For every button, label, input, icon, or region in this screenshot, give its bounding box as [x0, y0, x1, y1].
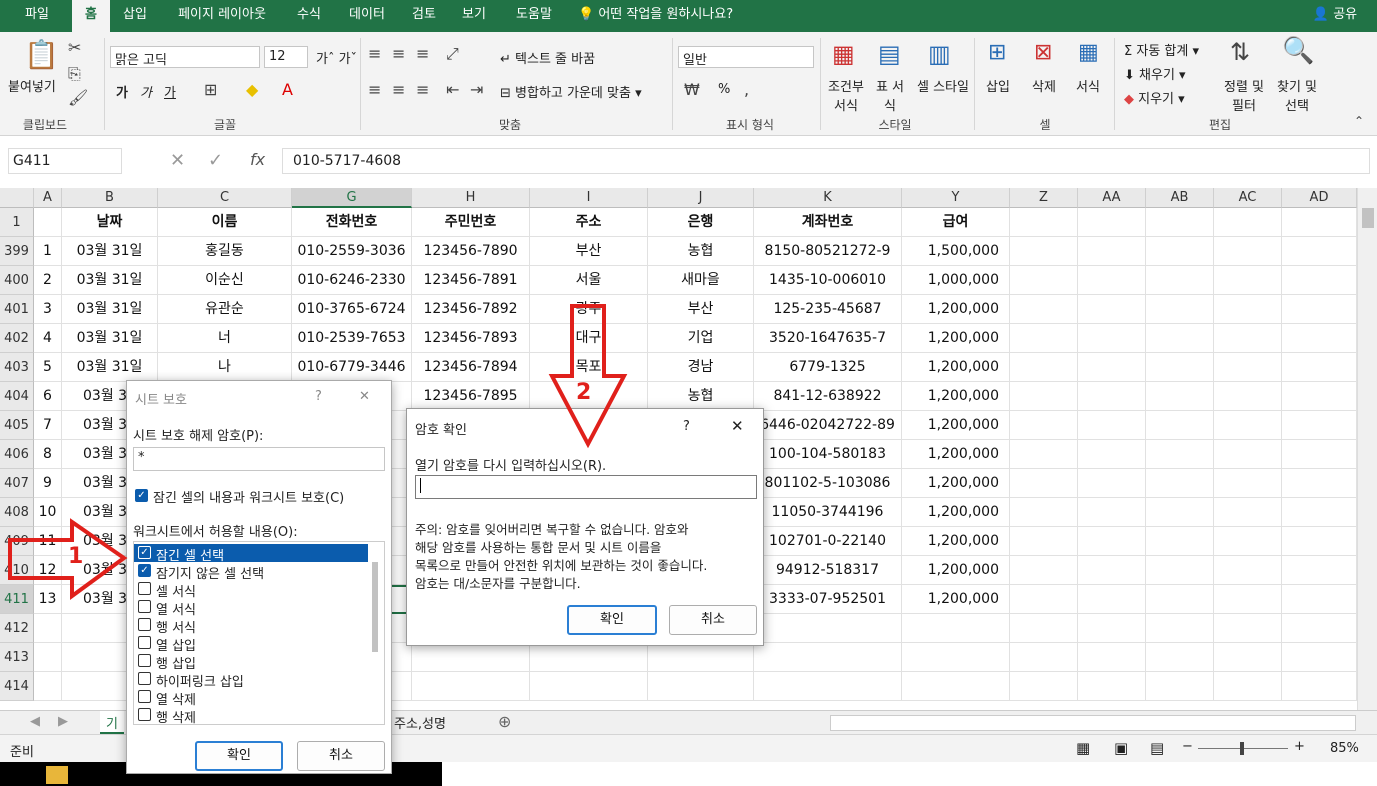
annotation-label-2: 2: [576, 380, 592, 405]
annotation-arrow-2: [548, 304, 628, 449]
annotation-label-1: 1: [68, 544, 84, 569]
annotation-overlay: [8, 304, 628, 600]
annotation-arrow-1: [8, 518, 128, 600]
